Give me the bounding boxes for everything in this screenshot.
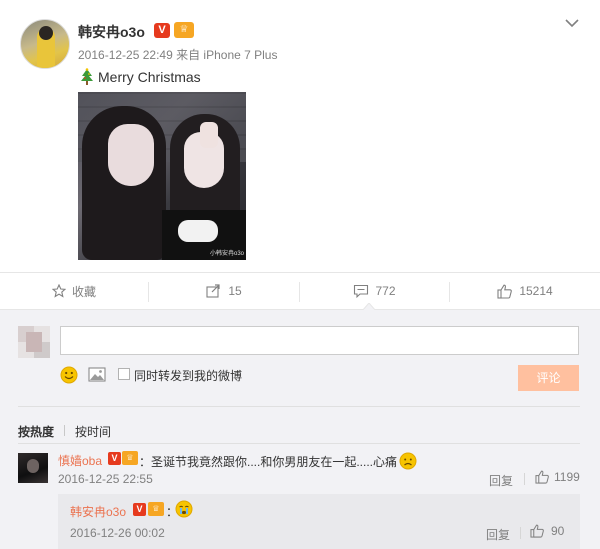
like-count: 15214	[519, 284, 553, 298]
photo-watermark: 小韩安冉o3o	[210, 251, 245, 257]
forward-checkbox[interactable]	[118, 368, 130, 380]
comment-text: ：圣诞节我竟然跟你....和你男朋友在一起.....心痛	[139, 452, 417, 470]
reply-item: 韩安冉o3o V ♕ ： 2016-12-26 00:02 回复 90	[58, 494, 580, 549]
thumbs-up-icon	[530, 524, 544, 538]
reply-like-count: 90	[551, 524, 565, 538]
divider	[18, 443, 580, 444]
commenter-avatar[interactable]	[18, 453, 48, 483]
reply-author-name[interactable]: 韩安冉o3o	[70, 503, 126, 520]
like-button[interactable]: 15214	[450, 273, 600, 309]
post-text-content: Merry Christmas	[98, 69, 201, 85]
post-source: 来自 iPhone 7 Plus	[176, 48, 278, 62]
share-icon	[206, 284, 220, 298]
post-photo[interactable]: 小韩安冉o3o	[78, 92, 246, 260]
comment-text-content: ：圣诞节我竟然跟你....和你男朋友在一起.....心痛	[139, 454, 398, 469]
sort-by-hot-tab[interactable]: 按热度	[18, 423, 54, 440]
author-avatar[interactable]	[20, 19, 70, 69]
smile-icon[interactable]	[60, 366, 78, 384]
sort-divider	[64, 425, 65, 436]
reply-like-button[interactable]: 90	[530, 524, 564, 538]
reply-button[interactable]: 回复	[486, 526, 510, 543]
weibo-post: 韩安冉o3o V ♕ 2016-12-25 22:49 来自 iPhone 7 …	[0, 0, 600, 272]
reply-time: 2016-12-26 00:02	[70, 526, 165, 540]
author-name[interactable]: 韩安冉o3o	[78, 22, 145, 42]
current-user-avatar[interactable]	[18, 326, 50, 358]
post-text: Merry Christmas	[78, 68, 201, 86]
submit-comment-button[interactable]: 评论	[518, 365, 579, 391]
divider	[524, 473, 525, 485]
sort-by-time-tab[interactable]: 按时间	[75, 423, 111, 440]
action-bar: 收藏 15 772 15214	[0, 272, 600, 310]
image-icon[interactable]	[88, 367, 106, 382]
crying-face-icon	[175, 500, 193, 518]
favorite-label: 收藏	[71, 284, 96, 299]
forward-count: 15	[228, 284, 242, 298]
commenter-name[interactable]: 慎嫱oba	[58, 452, 102, 469]
comment-input[interactable]	[60, 326, 579, 355]
thumbs-up-icon	[497, 284, 513, 299]
verified-badge[interactable]: V	[108, 452, 121, 465]
divider	[18, 406, 580, 407]
sad-face-icon	[399, 452, 417, 470]
comment-icon	[354, 284, 369, 298]
verified-badge[interactable]: V	[154, 23, 170, 38]
comment-count: 772	[375, 284, 396, 298]
favorite-button[interactable]: 收藏	[0, 273, 148, 309]
comment-caret	[362, 303, 376, 311]
divider	[520, 527, 521, 539]
star-icon	[51, 284, 66, 298]
comment-section: 同时转发到我的微博 评论 按热度 按时间 慎嫱oba V ♕ ：圣诞节我竟然跟你…	[0, 310, 600, 549]
comment-time: 2016-12-25 22:55	[58, 472, 153, 486]
member-badge[interactable]: ♕	[122, 451, 138, 465]
comment-like-button[interactable]: 1199	[535, 470, 580, 484]
forward-button[interactable]: 15	[149, 273, 299, 309]
member-badge[interactable]: ♕	[174, 22, 194, 38]
thumbs-up-icon	[535, 470, 549, 484]
post-timestamp[interactable]: 2016-12-25 22:49	[78, 48, 173, 62]
chevron-down-icon[interactable]	[564, 16, 580, 30]
post-meta: 2016-12-25 22:49 来自 iPhone 7 Plus	[78, 46, 277, 63]
forward-to-weibo-label[interactable]: 同时转发到我的微博	[134, 367, 242, 384]
comment-like-count: 1199	[554, 470, 580, 484]
member-badge[interactable]: ♕	[148, 502, 164, 516]
verified-badge[interactable]: V	[133, 503, 146, 516]
christmas-tree-icon	[81, 68, 93, 85]
reply-button[interactable]: 回复	[489, 472, 513, 489]
